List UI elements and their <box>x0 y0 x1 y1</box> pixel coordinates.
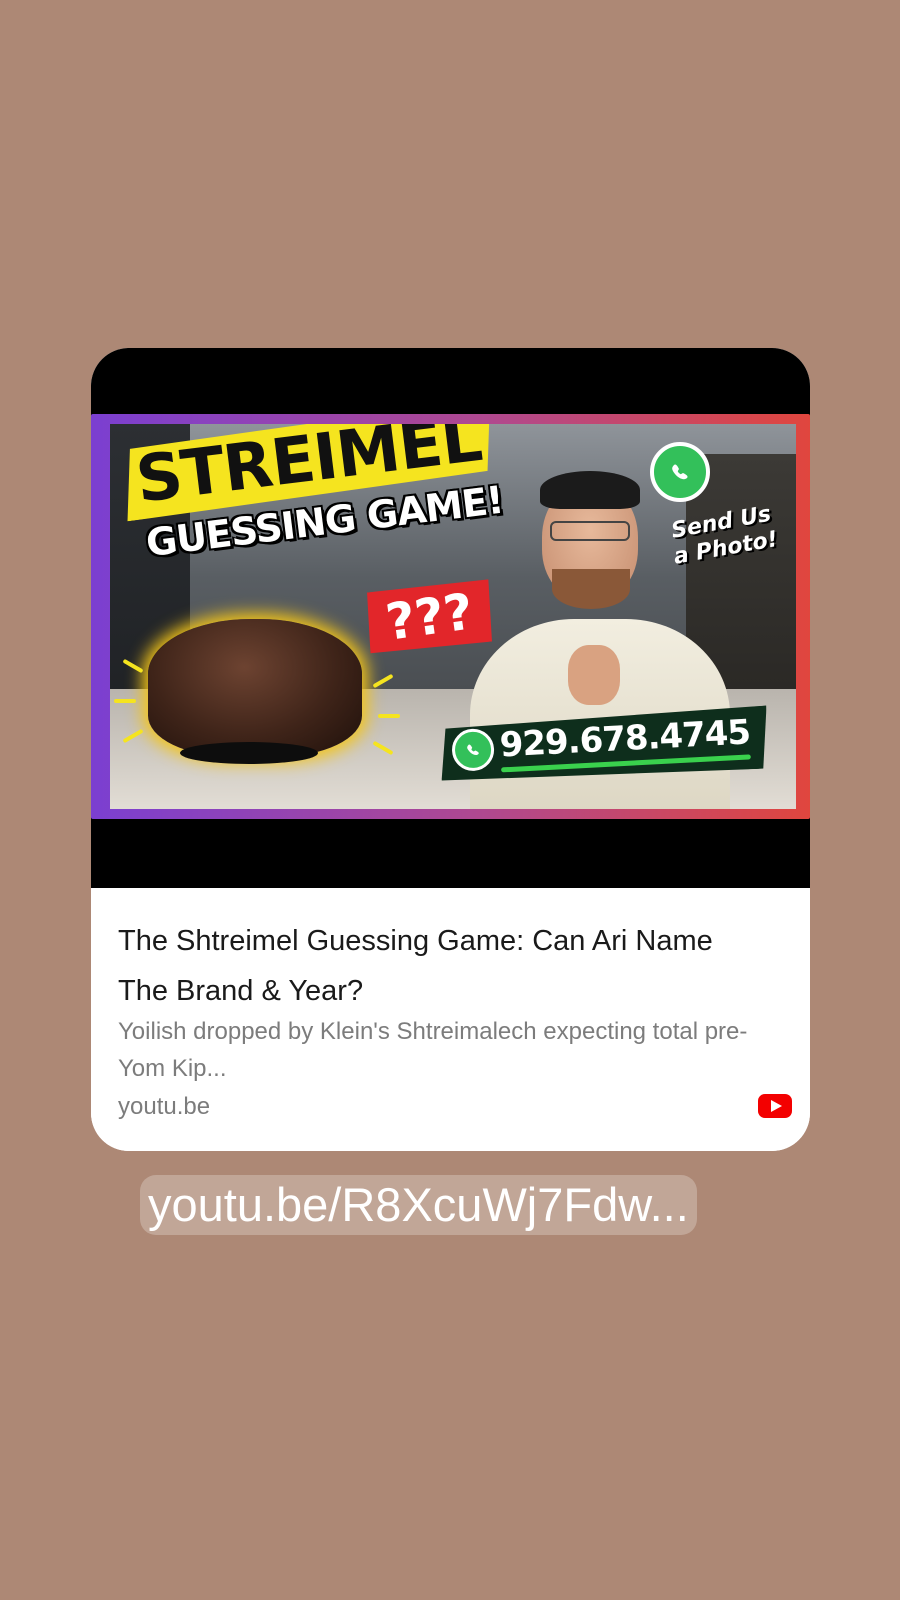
video-thumbnail[interactable]: STREIMEL GUESSING GAME! ??? Send Us a Ph… <box>91 414 810 819</box>
source-domain: youtu.be <box>118 1093 211 1120</box>
thumbnail-scene: STREIMEL GUESSING GAME! ??? Send Us a Ph… <box>110 424 796 809</box>
whatsapp-icon <box>650 442 710 502</box>
video-title: The Shtreimel Guessing Game: Can Ari Nam… <box>118 925 713 1007</box>
link-preview-card[interactable]: STREIMEL GUESSING GAME! ??? Send Us a Ph… <box>91 348 810 1151</box>
thumbnail-headline: STREIMEL GUESSING GAME! <box>118 424 526 567</box>
youtube-icon <box>758 1094 792 1118</box>
link-sticker[interactable]: youtu.be/R8XcuWj7Fdw... <box>140 1175 697 1235</box>
fur-hat-base <box>180 742 318 764</box>
video-thumbnail-frame[interactable]: STREIMEL GUESSING GAME! ??? Send Us a Ph… <box>91 348 810 888</box>
fur-hat-image <box>148 619 362 757</box>
video-description: Yoilish dropped by Klein's Shtreimalech … <box>118 1018 748 1082</box>
whatsapp-phone-icon <box>451 728 495 772</box>
link-preview-details[interactable]: The Shtreimel Guessing Game: Can Ari Nam… <box>91 888 810 1151</box>
